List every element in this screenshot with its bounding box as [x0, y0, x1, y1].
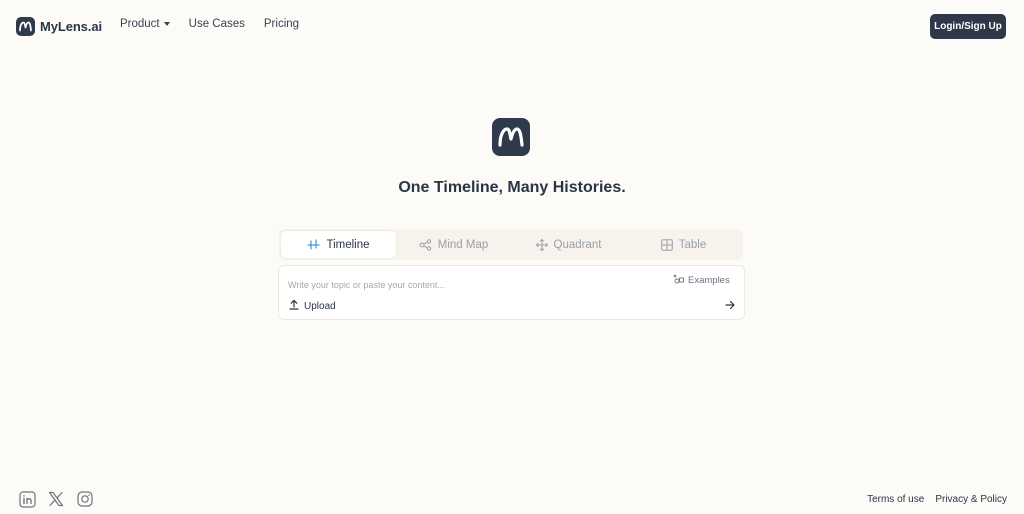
- examples-label: Examples: [688, 274, 730, 286]
- table-icon: [660, 238, 673, 251]
- instagram-icon[interactable]: [76, 490, 94, 508]
- tab-label: Table: [678, 238, 707, 251]
- mind-map-icon: [419, 238, 432, 251]
- nav-item-label: Use Cases: [188, 18, 245, 30]
- view-type-tabs: Timeline Mind Map Quadrant Table: [279, 229, 743, 260]
- examples-icon: [673, 273, 684, 287]
- tab-timeline[interactable]: Timeline: [281, 231, 396, 258]
- upload-label: Upload: [304, 300, 336, 312]
- social-links: [18, 490, 94, 508]
- nav-item-use-cases[interactable]: Use Cases: [189, 18, 245, 30]
- submit-button[interactable]: [723, 299, 737, 313]
- nav-item-label: Pricing: [263, 18, 300, 30]
- privacy-link[interactable]: Privacy & Policy: [935, 494, 1007, 505]
- quadrant-icon: [535, 238, 548, 251]
- upload-button[interactable]: Upload: [289, 299, 336, 313]
- tab-label: Mind Map: [437, 238, 489, 251]
- mylens-logo-icon: [492, 118, 530, 156]
- topic-input[interactable]: [288, 278, 648, 292]
- topic-composer: Examples Upload: [278, 265, 745, 320]
- tab-mind-map[interactable]: Mind Map: [396, 231, 511, 258]
- terms-link[interactable]: Terms of use: [867, 494, 924, 505]
- nav-item-product[interactable]: Product: [120, 18, 170, 30]
- nav-item-label: Product: [120, 18, 160, 30]
- main-nav: Product Use Cases Pricing: [120, 18, 318, 30]
- linkedin-icon[interactable]: [18, 490, 36, 508]
- tab-label: Quadrant: [553, 238, 602, 251]
- examples-button[interactable]: Examples: [673, 273, 730, 287]
- chevron-down-icon: [163, 22, 170, 26]
- footer-links: Terms of use Privacy & Policy: [867, 494, 1007, 505]
- nav-item-pricing[interactable]: Pricing: [264, 18, 299, 30]
- x-icon[interactable]: [47, 490, 65, 508]
- upload-icon: [289, 299, 299, 313]
- brand-name: MyLens.ai: [40, 18, 102, 34]
- top-navbar: MyLens.ai Product Use Cases Pricing Logi…: [0, 0, 1024, 52]
- timeline-icon: [307, 239, 321, 250]
- login-signup-button[interactable]: Login/Sign Up: [930, 14, 1006, 39]
- tab-table[interactable]: Table: [626, 231, 741, 258]
- tab-quadrant[interactable]: Quadrant: [511, 231, 626, 258]
- tab-label: Timeline: [326, 238, 370, 251]
- brand-link[interactable]: MyLens.ai: [16, 16, 102, 36]
- mylens-logo-icon: [16, 16, 35, 36]
- arrow-right-icon: [725, 297, 735, 315]
- hero-title: One Timeline, Many Histories.: [398, 179, 626, 196]
